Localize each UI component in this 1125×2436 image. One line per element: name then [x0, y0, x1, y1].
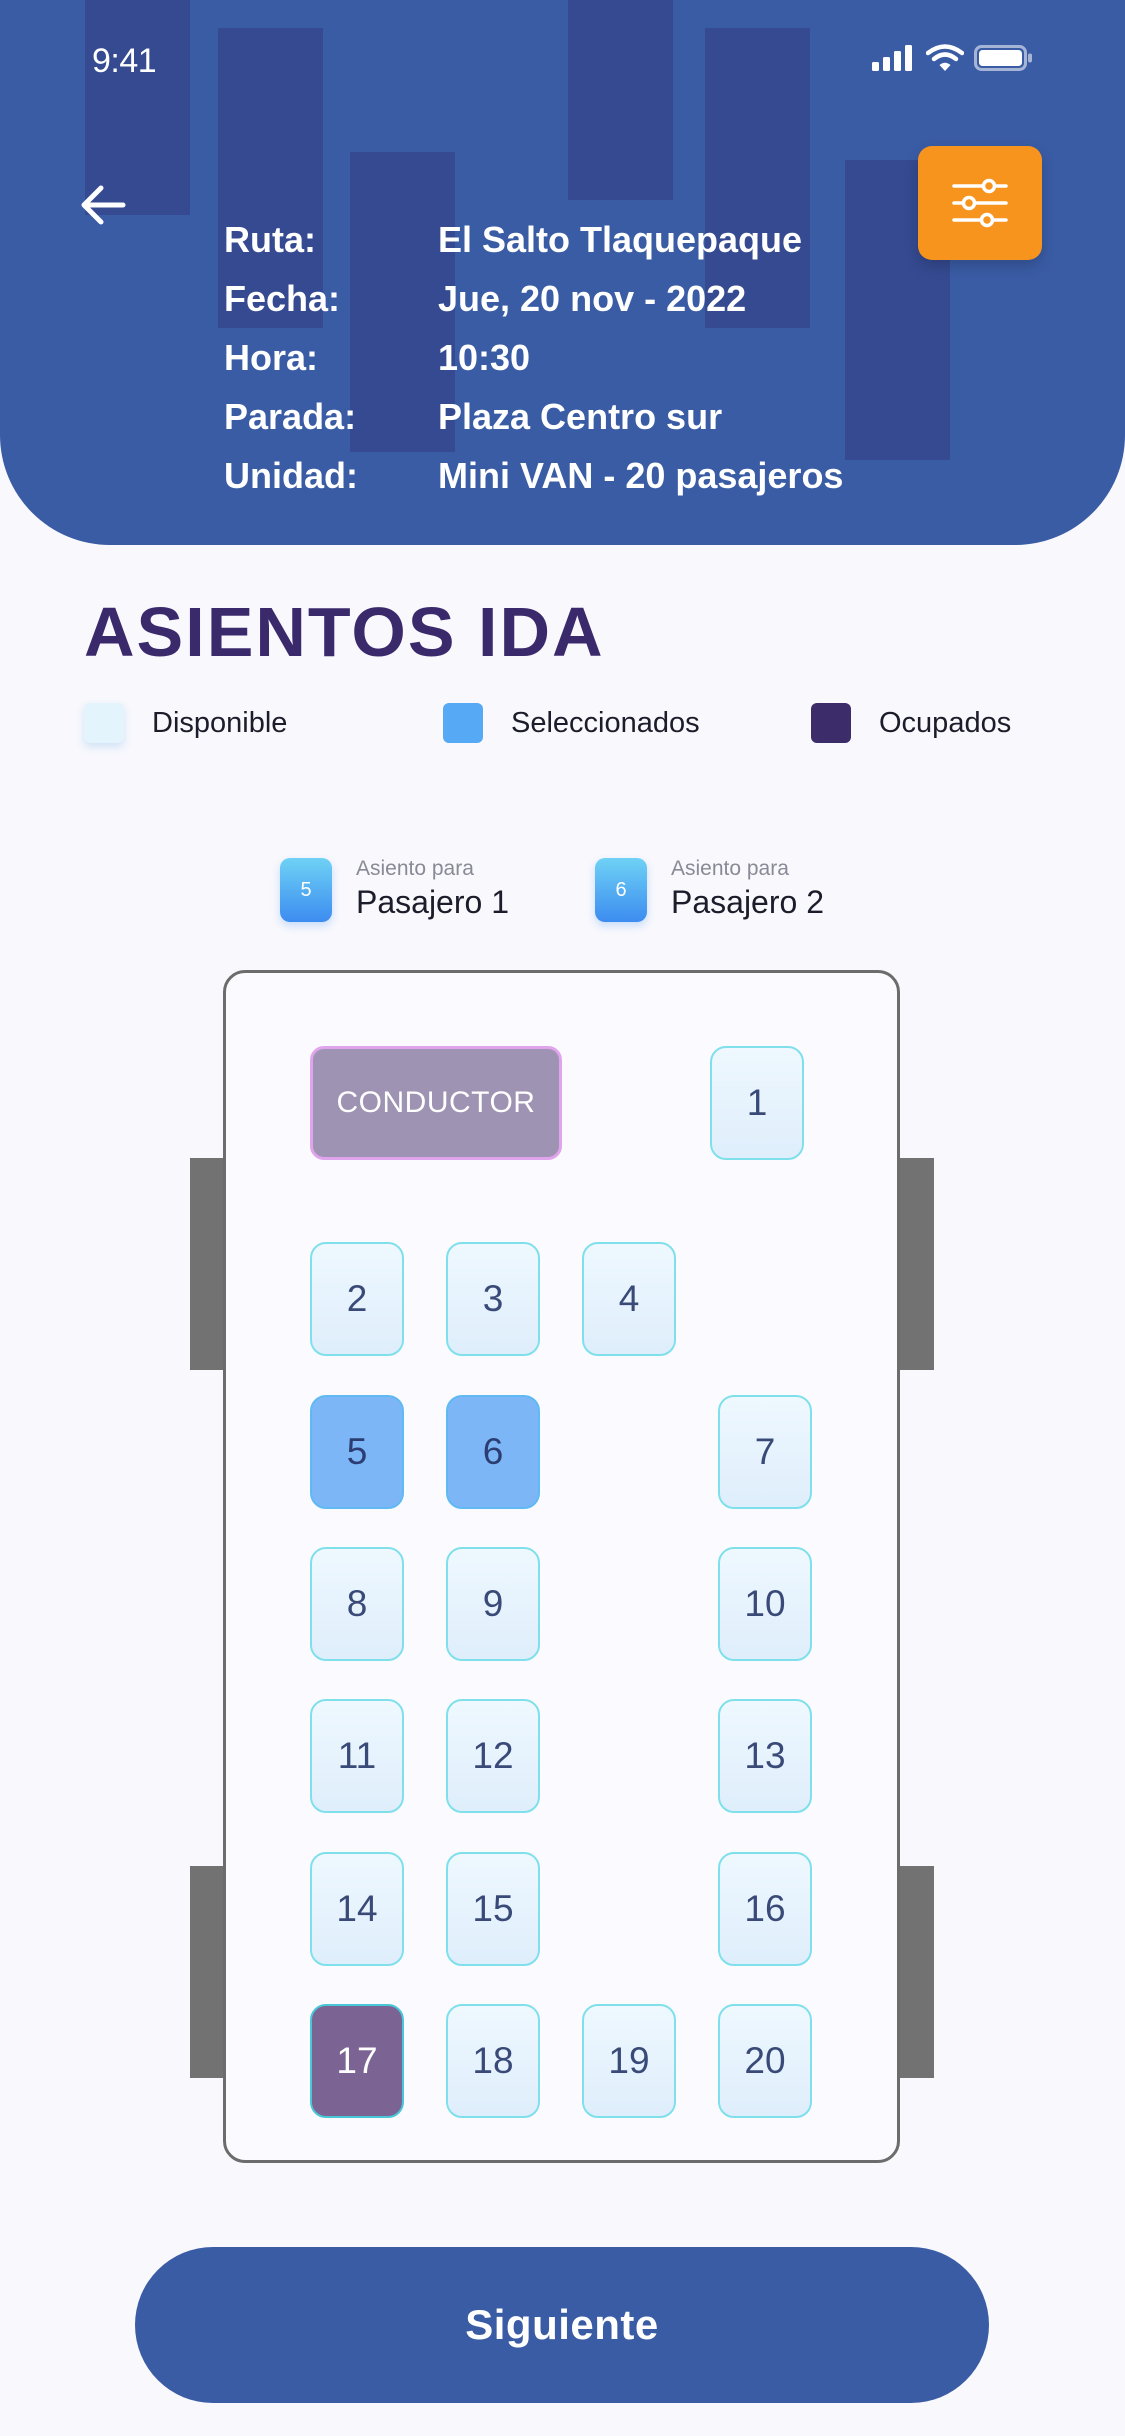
- seat-legend: Disponible Seleccionados Ocupados: [0, 703, 1125, 749]
- route-value: El Salto Tlaquepaque: [438, 218, 803, 260]
- legend-available: Disponible: [84, 703, 287, 743]
- seat-10[interactable]: 10: [718, 1547, 812, 1661]
- legend-selected-swatch: [443, 703, 483, 743]
- seat-4[interactable]: 4: [582, 1242, 676, 1356]
- passenger-2-caption: Asiento para: [671, 857, 789, 881]
- passenger-1-assignment[interactable]: 5 Asiento para Pasajero 1: [280, 858, 509, 922]
- time-value: 10:30: [438, 336, 531, 378]
- page-title: ASIENTOS IDA: [84, 593, 605, 671]
- wifi-icon: [926, 44, 964, 71]
- status-time: 9:41: [92, 42, 157, 80]
- header-decoration: [568, 0, 673, 200]
- route-row: Ruta: El Salto Tlaquepaque: [224, 210, 843, 269]
- seat-1[interactable]: 1: [710, 1046, 804, 1160]
- arrow-left-icon: [81, 185, 126, 225]
- date-value: Jue, 20 nov - 2022: [438, 277, 747, 319]
- date-row: Fecha: Jue, 20 nov - 2022: [224, 269, 843, 328]
- passenger-1-seat-chip: 5: [280, 858, 332, 922]
- driver-seat: CONDUCTOR: [310, 1046, 562, 1160]
- battery-icon: [974, 45, 1032, 71]
- seat-15[interactable]: 15: [446, 1852, 540, 1966]
- seat-8[interactable]: 8: [310, 1547, 404, 1661]
- passenger-2-name: Pasajero 2: [671, 884, 824, 921]
- stop-value: Plaza Centro sur: [438, 395, 723, 437]
- stop-row: Parada: Plaza Centro sur: [224, 387, 843, 446]
- filter-button[interactable]: [918, 146, 1042, 260]
- time-row: Hora: 10:30: [224, 328, 843, 387]
- stop-label: Parada:: [224, 395, 357, 437]
- legend-available-swatch: [84, 703, 124, 743]
- seat-12[interactable]: 12: [446, 1699, 540, 1813]
- passenger-2-seat-chip: 6: [595, 858, 647, 922]
- seat-17: 17: [310, 2004, 404, 2118]
- status-icons: [872, 44, 1034, 71]
- seat-6[interactable]: 6: [446, 1395, 540, 1509]
- legend-occupied: Ocupados: [811, 703, 1011, 743]
- legend-occupied-swatch: [811, 703, 851, 743]
- vehicle-value: Mini VAN - 20 pasajeros: [438, 454, 844, 496]
- wheel-rear-right: [898, 1866, 934, 2078]
- cellular-signal-icon: [872, 45, 912, 71]
- seat-5[interactable]: 5: [310, 1395, 404, 1509]
- seat-11[interactable]: 11: [310, 1699, 404, 1813]
- legend-available-label: Disponible: [152, 706, 288, 739]
- seat-19[interactable]: 19: [582, 2004, 676, 2118]
- seat-2[interactable]: 2: [310, 1242, 404, 1356]
- sliders-icon: [952, 178, 1008, 228]
- wheel-front-left: [190, 1158, 226, 1370]
- passenger-2-assignment[interactable]: 6 Asiento para Pasajero 2: [595, 858, 824, 922]
- trip-header: 9:41 Ruta: El Salto Tlaquepaque Fecha: J…: [0, 0, 1125, 545]
- seat-14[interactable]: 14: [310, 1852, 404, 1966]
- back-button[interactable]: [75, 180, 135, 230]
- next-button[interactable]: Siguiente: [135, 2247, 989, 2403]
- legend-selected: Seleccionados: [443, 703, 700, 743]
- route-label: Ruta:: [224, 218, 316, 260]
- passenger-1-text: Asiento para Pasajero 1: [356, 858, 509, 921]
- legend-selected-label: Seleccionados: [511, 706, 700, 739]
- passenger-1-name: Pasajero 1: [356, 884, 509, 921]
- wheel-rear-left: [190, 1866, 226, 2078]
- vehicle-row: Unidad: Mini VAN - 20 pasajeros: [224, 446, 843, 505]
- passenger-2-text: Asiento para Pasajero 2: [671, 858, 824, 921]
- seat-3[interactable]: 3: [446, 1242, 540, 1356]
- wheel-front-right: [898, 1158, 934, 1370]
- date-label: Fecha:: [224, 277, 341, 319]
- passenger-1-caption: Asiento para: [356, 857, 474, 881]
- seat-18[interactable]: 18: [446, 2004, 540, 2118]
- seat-20[interactable]: 20: [718, 2004, 812, 2118]
- seat-13[interactable]: 13: [718, 1699, 812, 1813]
- trip-info: Ruta: El Salto Tlaquepaque Fecha: Jue, 2…: [224, 210, 843, 505]
- legend-occupied-label: Ocupados: [879, 706, 1012, 739]
- seat-9[interactable]: 9: [446, 1547, 540, 1661]
- time-label: Hora:: [224, 336, 319, 378]
- seat-16[interactable]: 16: [718, 1852, 812, 1966]
- seat-7[interactable]: 7: [718, 1395, 812, 1509]
- vehicle-label: Unidad:: [224, 454, 358, 496]
